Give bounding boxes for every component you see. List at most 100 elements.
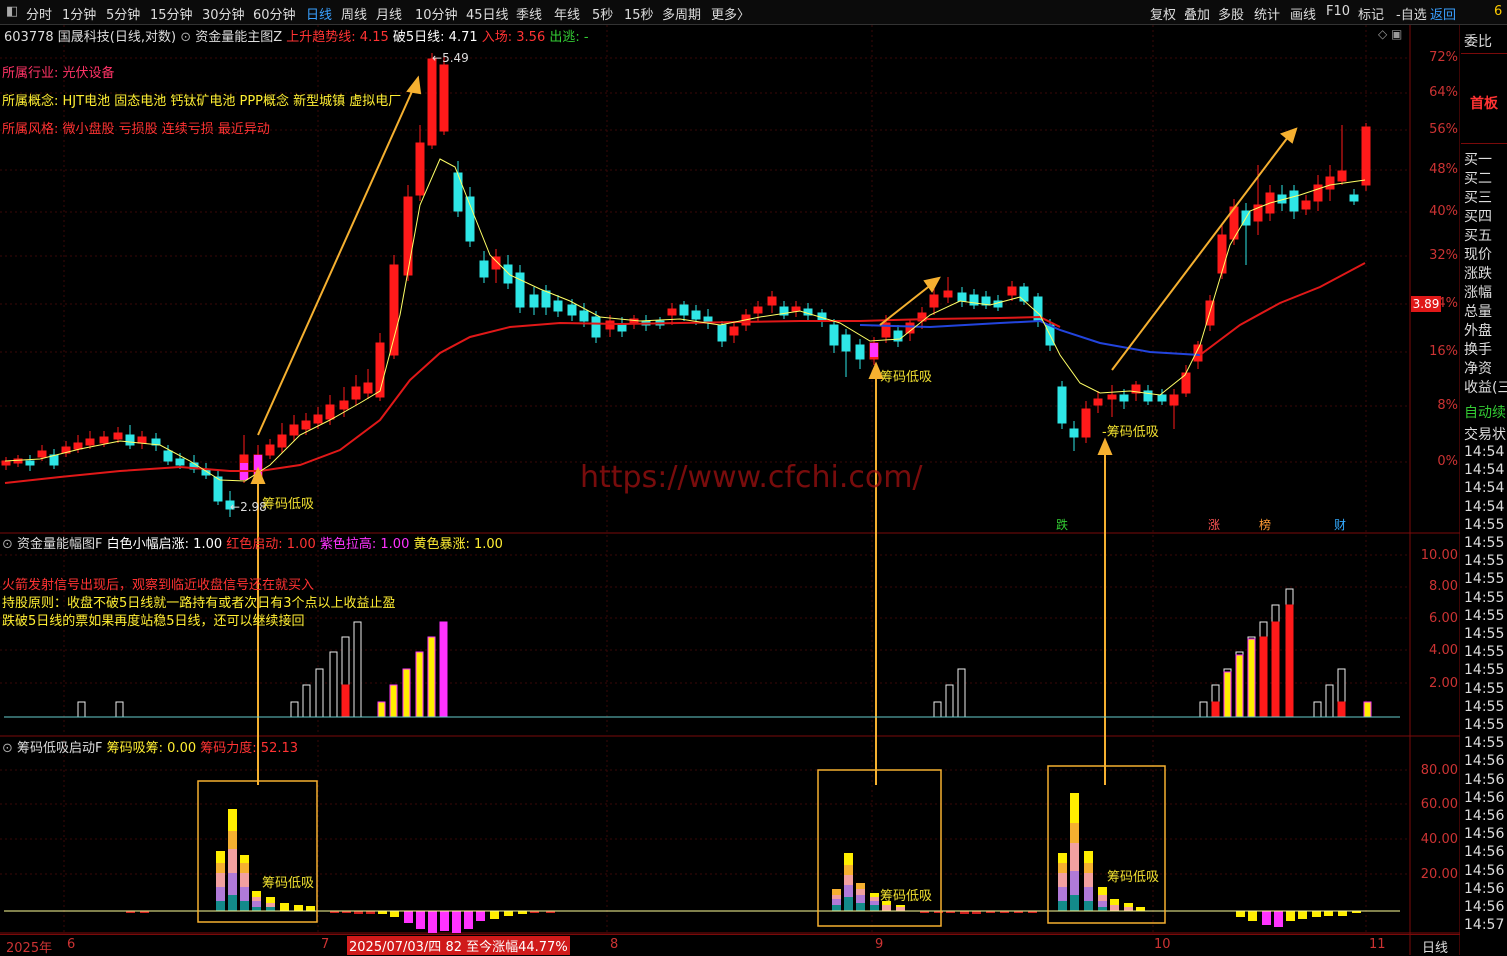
chip-bar-segment bbox=[252, 897, 261, 901]
chip-bar-segment bbox=[832, 905, 841, 911]
volume-bar bbox=[1271, 621, 1280, 718]
period-tab-5[interactable]: 60分钟 bbox=[253, 4, 296, 23]
tick-time: 14:55 bbox=[1464, 626, 1505, 642]
axis-tick-label: 60.00 bbox=[1420, 797, 1458, 812]
period-tab-13[interactable]: 5秒 bbox=[592, 4, 613, 23]
volume-bar bbox=[402, 668, 411, 718]
date-axis: 2025年 6 7 2025/07/03/四 82 至今涨幅44.77% 8 9… bbox=[0, 934, 1460, 956]
toolbar-action-6[interactable]: 标记 bbox=[1358, 4, 1384, 23]
period-tab-11[interactable]: 季线 bbox=[516, 4, 542, 23]
quote-row-label: 收益(三 bbox=[1464, 380, 1507, 396]
concept-line: 所属概念: HJT电池 固态电池 钙钛矿电池 PPP概念 新型城镇 虚拟电厂 bbox=[2, 90, 434, 109]
toolbar-action-2[interactable]: 多股 bbox=[1218, 4, 1244, 23]
industry-value: 光伏设备 bbox=[62, 66, 115, 81]
axis-tick-label: 72% bbox=[1429, 50, 1458, 65]
volume-title[interactable]: 资金量能幅图F bbox=[17, 537, 102, 552]
quote-row-label: 现价 bbox=[1464, 247, 1492, 263]
period-toolbar: ◧ 分时 1分钟 5分钟 15分钟 30分钟 60分钟 日线 周线 月线 10分钟 45日线 季线 年线… bbox=[0, 0, 1507, 25]
indicator-name[interactable]: 资金量能主图Z bbox=[195, 30, 282, 45]
volume-bar bbox=[415, 651, 424, 718]
volume-bar bbox=[1337, 701, 1346, 718]
toolbar-action-5[interactable]: F10 bbox=[1326, 4, 1350, 19]
candle-body bbox=[465, 196, 475, 242]
stock-header: 603778 国晟科技(日线,对数) ⊙ 资金量能主图Z 上升趋势线: 4.15… bbox=[4, 26, 589, 45]
period-tab-10[interactable]: 45日线 bbox=[466, 4, 509, 23]
candle-body bbox=[579, 310, 589, 322]
chip-bar-segment bbox=[856, 883, 865, 889]
chip-bar-segment bbox=[240, 873, 249, 887]
volume-bar bbox=[1199, 701, 1208, 718]
period-tab-7[interactable]: 周线 bbox=[341, 4, 367, 23]
chip-bar-negative bbox=[1324, 911, 1333, 916]
trend-line-red-2 bbox=[1199, 262, 1366, 356]
period-tab-0[interactable]: 分时 bbox=[26, 4, 52, 23]
quote-row-label: 涨跌 bbox=[1464, 266, 1492, 282]
chip-bar-segment bbox=[844, 897, 853, 911]
period-tab-3[interactable]: 15分钟 bbox=[150, 4, 193, 23]
auto-label: 自动续 bbox=[1464, 405, 1506, 421]
axis-tick-label: 10.00 bbox=[1420, 548, 1458, 563]
volume-bar bbox=[427, 636, 436, 718]
period-tab-4[interactable]: 30分钟 bbox=[202, 4, 245, 23]
period-tab-2[interactable]: 5分钟 bbox=[106, 4, 140, 23]
candle-body bbox=[85, 438, 95, 446]
chip-bar-segment bbox=[882, 905, 891, 911]
watermark: https://www.cfchi.com/ bbox=[580, 460, 923, 495]
chip-bar-negative bbox=[428, 911, 437, 933]
candle-body bbox=[37, 450, 47, 458]
chip-bar-negative bbox=[1298, 911, 1307, 919]
period-tab-15[interactable]: 多周期 bbox=[662, 4, 701, 23]
chip-toggle-icon[interactable]: ⊙ bbox=[2, 741, 13, 756]
toolbar-action-4[interactable]: 画线 bbox=[1290, 4, 1316, 23]
chip-bar-segment bbox=[216, 887, 225, 901]
period-tab-6[interactable]: 日线 bbox=[306, 4, 332, 23]
event-tag-rank[interactable]: 榜 bbox=[1259, 516, 1271, 533]
candle-body bbox=[213, 476, 223, 502]
period-label[interactable]: 日线 bbox=[1422, 937, 1448, 956]
quote-row-label: 换手 bbox=[1464, 342, 1492, 358]
toolbar-action-3[interactable]: 统计 bbox=[1254, 4, 1280, 23]
volume-bar bbox=[945, 684, 954, 718]
chip-bar-segment bbox=[896, 907, 905, 911]
chip-power-value: 筹码力度: 52.13 bbox=[200, 741, 299, 756]
layout-icon[interactable]: ◧ bbox=[6, 4, 18, 19]
quote-row-label: 总量 bbox=[1464, 304, 1492, 320]
candle-body bbox=[73, 442, 83, 450]
candle-body bbox=[403, 196, 413, 276]
axis-tick-label: 16% bbox=[1429, 344, 1458, 359]
candle-body bbox=[729, 326, 739, 336]
toolbar-action-1[interactable]: 叠加 bbox=[1184, 4, 1210, 23]
chip-title[interactable]: 筹码低吸启动F bbox=[17, 741, 102, 756]
candle-body bbox=[767, 296, 777, 306]
event-tag-rise[interactable]: 涨 bbox=[1208, 516, 1220, 533]
period-tab-1[interactable]: 1分钟 bbox=[62, 4, 96, 23]
candle-body bbox=[529, 294, 539, 308]
chip-bar-segment bbox=[1058, 863, 1067, 873]
candle-body bbox=[855, 344, 865, 360]
period-tab-8[interactable]: 月线 bbox=[376, 4, 402, 23]
axis-tick-label: 6.00 bbox=[1429, 611, 1458, 626]
axis-tick-label: 8% bbox=[1437, 398, 1458, 413]
panel-controls-icon[interactable]: ◇ ▣ bbox=[1378, 27, 1402, 41]
period-tab-12[interactable]: 年线 bbox=[554, 4, 580, 23]
note-2: 持股原则：收盘不破5日线就一路持有或者次日有3个点以上收益止盈 bbox=[2, 596, 396, 611]
tick-time: 14:56 bbox=[1464, 844, 1505, 861]
event-tag-fall[interactable]: 跌 bbox=[1056, 516, 1068, 533]
toolbar-action-7[interactable]: -自选 bbox=[1396, 4, 1427, 23]
volume-toggle-icon[interactable]: ⊙ bbox=[2, 537, 13, 552]
period-tab-9[interactable]: 10分钟 bbox=[415, 4, 458, 23]
period-tab-14[interactable]: 15秒 bbox=[624, 4, 654, 23]
candle-body bbox=[1289, 190, 1299, 212]
indicator-toggle-icon[interactable]: ⊙ bbox=[180, 30, 191, 45]
tick-time: 14:56 bbox=[1464, 899, 1505, 915]
toolbar-action-8[interactable]: 返回 bbox=[1430, 4, 1456, 23]
candle-body bbox=[1019, 286, 1029, 302]
toolbar-action-0[interactable]: 复权 bbox=[1150, 4, 1176, 23]
chip-bar-segment bbox=[266, 907, 275, 911]
volume-bar bbox=[1223, 671, 1232, 718]
chip-bar-segment bbox=[1124, 903, 1133, 907]
volume-bar bbox=[1363, 701, 1372, 718]
month-7: 7 bbox=[321, 937, 330, 952]
event-tag-finance[interactable]: 财 bbox=[1334, 516, 1346, 533]
period-tab-16[interactable]: 更多〉 bbox=[711, 4, 750, 23]
